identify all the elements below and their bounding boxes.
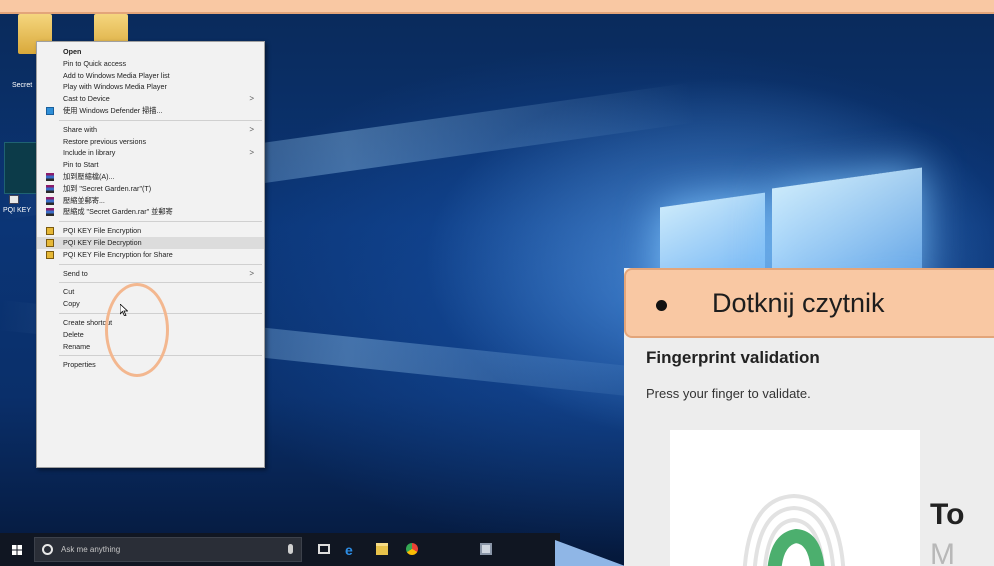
instruction-banner: Dotknij czytnik (624, 268, 994, 338)
task-view-icon[interactable] (318, 544, 330, 554)
menu-item-label: Open (63, 47, 82, 56)
taskbar: Ask me anything e (0, 533, 560, 566)
menu-item-cast-to-device[interactable]: Cast to Device > (37, 93, 264, 105)
shortcut-icon (9, 195, 19, 204)
menu-item-secret-garden-rar[interactable]: 壓縮成 "Secret Garden.rar" 並郵寄 (37, 206, 264, 218)
menu-item-send-to[interactable]: Send to > (37, 268, 264, 280)
file-explorer-icon[interactable] (376, 543, 388, 555)
menu-item-label: Restore previous versions (63, 136, 147, 146)
lock-icon (46, 238, 54, 247)
menu-separator (59, 263, 262, 265)
menu-item-label: Properties (63, 360, 96, 370)
menu-item-pqi-key-file-encryption-for-share[interactable]: PQI KEY File Encryption for Share (37, 249, 264, 261)
menu-item-label: 壓縮成 "Secret Garden.rar" 並郵寄 (63, 207, 173, 217)
menu-item-label: PQI KEY File Encryption (63, 226, 142, 236)
chevron-right-icon: > (249, 268, 254, 278)
winrar-icon (46, 184, 54, 193)
fingerprint-heading-partial: To (930, 498, 965, 531)
menu-item-label: Delete (63, 329, 84, 339)
menu-item-label: Send to (63, 268, 88, 278)
menu-item-windows-defender[interactable]: 使用 Windows Defender 掃描... (37, 105, 264, 117)
fingerprint-icon (742, 493, 846, 566)
fingerprint-subheading-partial: M (930, 538, 955, 566)
winrar-icon (46, 196, 54, 205)
menu-item-pin-to-start[interactable]: Pin to Start (37, 159, 264, 171)
menu-separator (59, 282, 262, 284)
lock-icon (46, 227, 54, 236)
desktop-icon-label: Secret (12, 82, 33, 89)
cortana-search-box[interactable]: Ask me anything (34, 537, 302, 562)
chevron-right-icon: > (249, 94, 254, 104)
menu-item-open[interactable]: Open (37, 46, 264, 58)
menu-item-label: Cast to Device (63, 94, 110, 104)
highlight-circle (105, 283, 169, 377)
menu-item-share-with[interactable]: Share with > (37, 124, 264, 136)
menu-separator (59, 119, 262, 121)
menu-item-label: Play with Windows Media Player (63, 82, 167, 92)
menu-item-label: 加到 "Secret Garden.rar"(T) (63, 183, 152, 193)
menu-item-secret-garden-rar-t[interactable]: 加到 "Secret Garden.rar"(T) (37, 183, 264, 195)
desktop-icon-label: PQI KEY (3, 207, 32, 214)
mouse-cursor-icon (120, 304, 128, 316)
menu-separator (59, 221, 262, 223)
pointer-triangle (555, 540, 625, 566)
chevron-right-icon: > (249, 148, 254, 158)
menu-item-label: Share with (63, 124, 97, 134)
menu-item-label: 壓縮並郵寄... (63, 195, 105, 205)
winrar-icon (46, 172, 54, 181)
fingerprint-title: Fingerprint validation (646, 348, 820, 367)
menu-item-label: Rename (63, 341, 91, 351)
menu-item-label: PQI KEY File Encryption for Share (63, 249, 173, 259)
menu-item-label: Pin to Quick access (63, 58, 127, 68)
chevron-right-icon: > (249, 124, 254, 134)
bullet-icon (656, 300, 667, 311)
menu-item-label: 加到壓縮檔(A)... (63, 171, 115, 181)
app-icon[interactable] (480, 543, 492, 555)
menu-item-label: 使用 Windows Defender 掃描... (63, 105, 163, 115)
instruction-banner-top (0, 0, 994, 14)
context-menu: Open Pin to Quick access Add to Windows Me… (36, 41, 265, 468)
svg-text:e: e (345, 544, 353, 556)
menu-item-play-with-windows-media-player[interactable]: Play with Windows Media Player (37, 81, 264, 93)
menu-item-a[interactable]: 加到壓縮檔(A)... (37, 171, 264, 183)
chrome-icon[interactable] (406, 543, 418, 555)
fingerprint-card (670, 430, 920, 566)
desktop-icon-pqi-key[interactable]: PQI KEY (3, 142, 38, 214)
cortana-icon (42, 544, 53, 555)
menu-item-add-to-windows-media-player-list[interactable]: Add to Windows Media Player list (37, 70, 264, 82)
edge-icon[interactable]: e (345, 542, 357, 558)
menu-item-label: PQI KEY File Decryption (63, 237, 142, 247)
lock-icon (46, 250, 54, 259)
shield-icon (46, 106, 54, 115)
winrar-icon (46, 208, 54, 217)
windows-start-icon[interactable] (12, 545, 22, 555)
menu-item-label: Copy (63, 299, 80, 309)
menu-item-pqi-key-file-encryption[interactable]: PQI KEY File Encryption (37, 225, 264, 237)
menu-item-pqi-key-file-decryption[interactable]: PQI KEY File Decryption (37, 236, 264, 249)
menu-item-label: Pin to Start (63, 160, 99, 170)
instruction-text: Dotknij czytnik (712, 288, 885, 318)
search-placeholder: Ask me anything (61, 545, 121, 554)
menu-item-restore-previous-versions[interactable]: Restore previous versions (37, 136, 264, 148)
menu-item-label: Include in library (63, 148, 116, 158)
microphone-icon[interactable] (288, 544, 293, 554)
menu-item-label: Add to Windows Media Player list (63, 70, 170, 80)
menu-item-include-in-library[interactable]: Include in library > (37, 147, 264, 159)
fingerprint-dialog: Dotknij czytnik Fingerprint validation P… (624, 268, 994, 566)
menu-item-item-13[interactable]: 壓縮並郵寄... (37, 195, 264, 207)
menu-item-pin-to-quick-access[interactable]: Pin to Quick access (37, 58, 264, 70)
fingerprint-subtitle: Press your finger to validate. (646, 386, 811, 401)
menu-item-label: Cut (63, 287, 75, 297)
